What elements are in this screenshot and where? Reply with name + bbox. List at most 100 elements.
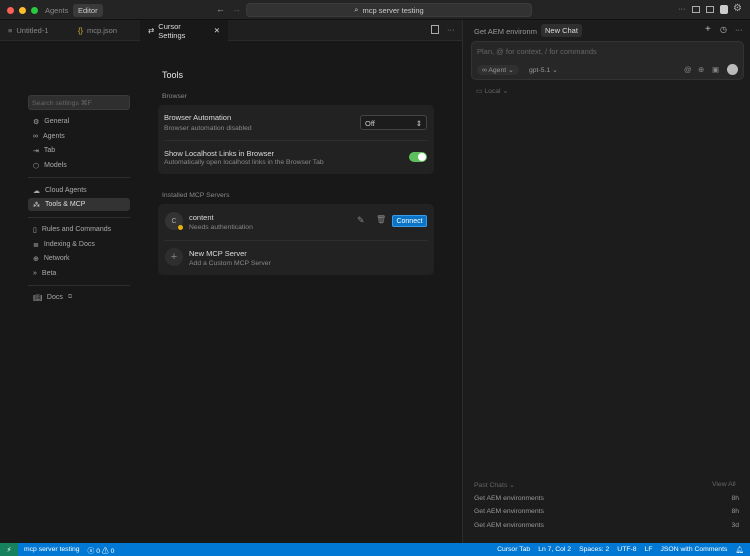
tab-arrow-icon: ⇥	[33, 147, 39, 155]
command-search-bar[interactable]: ⌕ mcp server testing	[246, 3, 532, 17]
view-all-link[interactable]: View All	[712, 481, 736, 488]
past-chats-toggle[interactable]: Past Chats ⌄	[474, 481, 515, 489]
file-icon: ≡	[8, 26, 13, 35]
more-icon[interactable]: ···	[678, 4, 686, 13]
new-server-description: Add a Custom MCP Server	[189, 260, 271, 267]
connect-button[interactable]: Connect	[392, 215, 427, 227]
editor-toggle[interactable]: Editor	[73, 4, 103, 17]
image-icon[interactable]: ▣	[712, 65, 719, 74]
past-chat-item[interactable]: Get AEM environments 3d	[474, 522, 739, 529]
section-mcp-servers: Installed MCP Servers	[162, 192, 230, 199]
setting-label: Show Localhost Links in Browser	[164, 149, 275, 158]
nav-label: Network	[43, 255, 70, 262]
search-settings-input[interactable]: Search settings ⌘F	[28, 95, 130, 110]
tab-label: mcp.json	[87, 26, 118, 35]
divider	[164, 140, 428, 141]
location-selector[interactable]: ▭ Local ⌄	[476, 87, 508, 95]
close-tab-icon[interactable]: ✕	[214, 26, 220, 35]
model-selector[interactable]: gpt-5.1 ⌄	[529, 66, 558, 74]
status-language[interactable]: JSON with Comments	[661, 546, 728, 553]
tab-cursor-settings[interactable]: ⇄ Cursor Settings ✕	[140, 20, 228, 41]
toggle-panel-icon[interactable]	[706, 6, 714, 13]
chat-panel: Get AEM environm New Chat + ◷ ··· Plan, …	[462, 20, 750, 543]
microphone-icon[interactable]	[727, 64, 738, 75]
cloud-icon: ☁	[33, 187, 40, 195]
cursor-logo-icon[interactable]	[720, 5, 728, 14]
location-label: Local	[484, 88, 501, 95]
nav-label: Docs	[46, 294, 63, 301]
close-window-button[interactable]	[7, 6, 14, 14]
bell-icon[interactable]: 🔔︎	[735, 546, 744, 554]
nav-label: Rules and Commands	[41, 226, 112, 233]
status-encoding[interactable]: UTF-8	[617, 546, 636, 553]
edit-pencil-icon[interactable]: ✎	[357, 215, 365, 226]
chat-tab-new-chat[interactable]: New Chat	[541, 24, 582, 37]
chevrons-icon: »	[33, 270, 37, 277]
tab-mcp-json[interactable]: {} mcp.json	[70, 20, 140, 41]
nav-network[interactable]: ⊕ Network	[30, 252, 130, 265]
past-chat-item[interactable]: Get AEM environments 8h	[474, 495, 739, 502]
status-position[interactable]: Ln 7, Col 2	[538, 546, 571, 553]
setting-label: Browser Automation	[164, 113, 232, 122]
nav-agents[interactable]: ∞ Agents	[30, 130, 130, 143]
nav-rules-commands[interactable]: ▯ Rules and Commands	[30, 223, 130, 236]
chat-tab-previous[interactable]: Get AEM environm	[474, 27, 537, 36]
trash-icon[interactable]: 🗑︎	[376, 215, 386, 224]
new-mcp-server-button[interactable]: New MCP Server	[189, 249, 247, 258]
warning-count: 0	[110, 547, 115, 555]
toggle-sidebar-icon[interactable]	[692, 6, 700, 13]
plus-icon[interactable]: +	[705, 24, 711, 35]
back-arrow-icon[interactable]: ←	[216, 4, 225, 14]
nav-beta[interactable]: » Beta	[30, 267, 130, 280]
maximize-window-button[interactable]	[31, 6, 38, 14]
nav-cloud-agents[interactable]: ☁ Cloud Agents	[30, 184, 130, 197]
localhost-toggle[interactable]	[409, 152, 427, 162]
gear-icon[interactable]: ⚙	[733, 3, 742, 14]
more-icon[interactable]: ···	[447, 25, 455, 34]
status-indentation[interactable]: Spaces: 2	[579, 546, 609, 553]
gear-icon: ⚙	[33, 118, 40, 126]
at-mention-icon[interactable]: @	[684, 65, 692, 74]
nav-tab[interactable]: ⇥ Tab	[30, 144, 130, 157]
mode-selector[interactable]: ∞ Agent ⌄	[477, 65, 519, 75]
divider	[28, 177, 130, 178]
minimize-window-button[interactable]	[19, 6, 26, 14]
nav-label: Tools & MCP	[45, 201, 86, 208]
split-editor-icon[interactable]	[431, 25, 439, 34]
model-label: gpt-5.1	[529, 67, 551, 74]
problems-indicator[interactable]: ⓧ 0 ⚠ 0	[88, 545, 115, 555]
status-cursor-tab[interactable]: Cursor Tab	[497, 546, 530, 553]
chat-title: Get AEM environments	[474, 522, 544, 529]
nav-label: Beta	[41, 270, 57, 277]
plus-icon[interactable]: +	[165, 248, 183, 266]
chat-input[interactable]: Plan, @ for context, / for commands ∞ Ag…	[471, 41, 744, 80]
globe-icon[interactable]: ⊕	[698, 65, 704, 74]
past-chat-item[interactable]: Get AEM environments 8h	[474, 508, 739, 515]
chat-age: 3d	[731, 522, 739, 529]
avatar-initial: C	[171, 217, 177, 225]
page-title: Tools	[162, 70, 184, 80]
json-icon: {}	[78, 26, 84, 35]
nav-tools-mcp[interactable]: ⁂ Tools & MCP	[28, 198, 130, 211]
globe-icon: ⊕	[33, 255, 39, 263]
forward-arrow-icon[interactable]: →	[232, 4, 241, 14]
nav-general[interactable]: ⚙ General	[30, 115, 130, 128]
history-icon[interactable]: ◷	[720, 25, 727, 34]
browser-automation-select[interactable]: Off ⇕	[360, 115, 427, 130]
nav-docs[interactable]: 📖︎ Docs ⧉	[30, 291, 130, 304]
updown-chevron-icon: ⇕	[415, 119, 422, 128]
tab-untitled-1[interactable]: ≡ Untitled-1	[0, 20, 70, 41]
status-remote[interactable]: mcp server testing	[24, 546, 80, 553]
chat-title: Get AEM environments	[474, 495, 544, 502]
more-icon[interactable]: ···	[735, 25, 743, 34]
nav-models[interactable]: ⬡ Models	[30, 159, 130, 172]
server-name: content	[189, 213, 214, 222]
agents-toggle[interactable]: Agents	[45, 6, 68, 15]
divider	[28, 285, 130, 286]
nav-indexing-docs[interactable]: ≣ Indexing & Docs	[30, 238, 130, 251]
database-icon: ≣	[33, 241, 39, 249]
infinity-icon: ∞	[33, 133, 38, 140]
nav-label: Indexing & Docs	[43, 241, 95, 248]
remote-icon[interactable]: ⚡︎	[0, 543, 18, 556]
status-eol[interactable]: LF	[645, 546, 653, 553]
